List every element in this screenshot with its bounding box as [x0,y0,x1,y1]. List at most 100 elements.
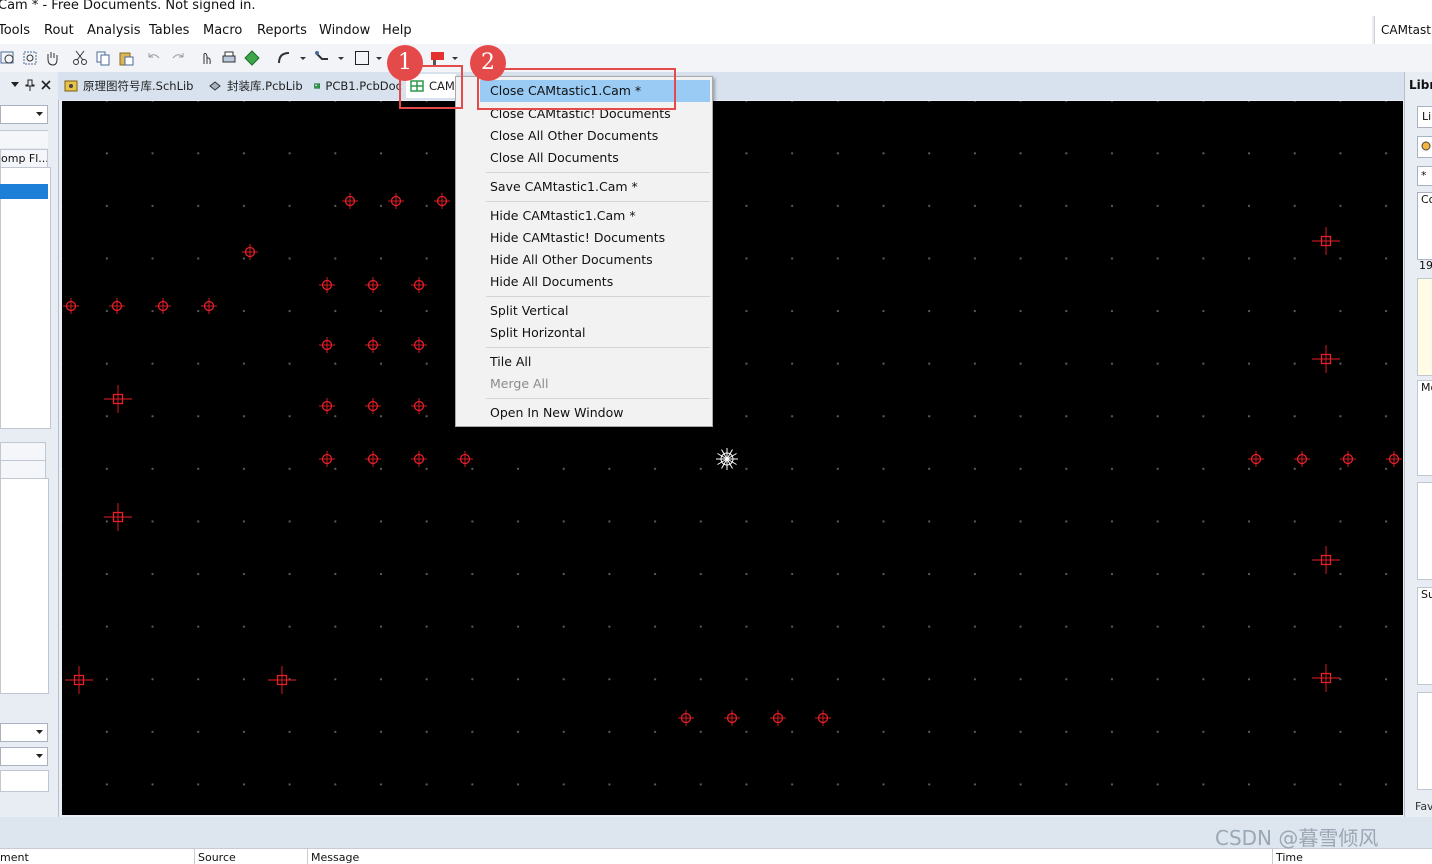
round-pad-icon[interactable] [365,337,381,353]
print-icon[interactable] [221,50,237,66]
round-pad-icon[interactable] [1340,451,1356,467]
round-pad-icon[interactable] [388,193,404,209]
copy-icon[interactable] [95,50,111,66]
tab-pcblib[interactable]: 封装库.PcbLib [208,75,303,97]
round-pad-icon[interactable] [155,298,171,314]
redo-icon[interactable] [170,50,186,66]
panel-dropdown-2[interactable] [0,747,48,766]
round-pad-icon[interactable] [319,277,335,293]
cut-icon[interactable] [72,50,88,66]
round-pad-icon[interactable] [319,398,335,414]
select-hand-icon[interactable] [198,50,214,66]
close-panel-icon[interactable] [41,80,51,90]
round-pad-icon[interactable] [457,451,473,467]
menu-hide-camtastic-documents[interactable]: Hide CAMtastic! Documents [490,230,665,245]
menu-save-camtastic1[interactable]: Save CAMtastic1.Cam * [490,179,638,194]
round-pad-icon[interactable] [815,710,831,726]
route-dropdown-icon[interactable] [336,50,346,66]
menu-hide-all-other-documents[interactable]: Hide All Other Documents [490,252,653,267]
cam-canvas[interactable] [62,101,1403,815]
pan-hand-icon[interactable] [44,50,60,66]
round-pad-icon[interactable] [63,298,79,314]
square-pad-icon[interactable] [1312,345,1340,373]
search-button[interactable] [1417,136,1432,158]
col-document[interactable]: ment [0,851,29,864]
square-pad-icon[interactable] [1312,546,1340,574]
menu-close-all-documents[interactable]: Close All Documents [490,150,619,165]
menu-open-in-new-window[interactable]: Open In New Window [490,405,623,420]
menu-rout[interactable]: Rout [44,23,74,38]
round-pad-icon[interactable] [319,451,335,467]
square-pad-icon[interactable] [104,503,132,531]
component-column[interactable]: Co [1417,192,1432,260]
arc-dropdown-icon[interactable] [298,50,308,66]
menu-tools[interactable]: Tools [0,23,30,38]
round-pad-icon[interactable] [319,337,335,353]
layer-icon[interactable] [244,50,260,66]
menu-analysis[interactable]: Analysis [87,23,141,38]
round-pad-icon[interactable] [678,710,694,726]
marker-dropdown-icon[interactable] [450,50,460,66]
paste-icon[interactable] [118,50,134,66]
menu-tile-all[interactable]: Tile All [490,354,531,369]
round-pad-icon[interactable] [1248,451,1264,467]
round-pad-icon[interactable] [411,277,427,293]
rectangle-dropdown-icon[interactable] [374,50,384,66]
square-pad-icon[interactable] [1312,227,1340,255]
round-pad-icon[interactable] [1294,451,1310,467]
tab-schlib[interactable]: 原理图符号库.SchLib [64,75,193,97]
component-list[interactable] [0,167,51,429]
menu-help[interactable]: Help [382,23,412,38]
panel-dropdown-1[interactable] [0,723,48,742]
filter-input[interactable]: * [1417,166,1432,186]
zoom-fit-icon[interactable] [0,50,16,66]
supplier-list[interactable]: Su [1417,587,1432,685]
marker-icon[interactable] [430,50,446,66]
menu-hide-camtastic1[interactable]: Hide CAMtastic1.Cam * [490,208,636,223]
zoom-area-icon[interactable] [22,50,38,66]
panel-menu-icon[interactable] [10,80,20,90]
comp-filter-field[interactable]: omp Fl... [0,149,48,169]
arc-tool-icon[interactable] [276,50,292,66]
round-pad-icon[interactable] [411,398,427,414]
round-pad-icon[interactable] [342,193,358,209]
round-pad-icon[interactable] [242,244,258,260]
round-pad-icon[interactable] [770,710,786,726]
model-list[interactable]: Mo [1417,380,1432,476]
menu-tables[interactable]: Tables [149,23,189,38]
round-pad-icon[interactable] [411,451,427,467]
panel-dropdown-top[interactable] [0,105,48,124]
square-pad-icon[interactable] [1312,664,1340,692]
round-pad-icon[interactable] [365,277,381,293]
col-message[interactable]: Message [311,851,359,864]
menu-macro[interactable]: Macro [203,23,242,38]
pin-icon[interactable] [25,79,35,91]
col-time[interactable]: Time [1276,851,1303,864]
panel-input[interactable] [0,770,49,792]
libraries-button[interactable]: Lil [1417,106,1432,128]
selected-list-item[interactable] [0,184,48,199]
round-pad-icon[interactable] [201,298,217,314]
secondary-list[interactable] [0,478,49,694]
round-pad-icon[interactable] [365,451,381,467]
square-pad-icon[interactable] [268,666,296,694]
menu-close-all-other-documents[interactable]: Close All Other Documents [490,128,658,143]
square-pad-icon[interactable] [65,666,93,694]
menu-hide-all-documents[interactable]: Hide All Documents [490,274,613,289]
round-pad-icon[interactable] [434,193,450,209]
menu-reports[interactable]: Reports [257,23,307,38]
round-pad-icon[interactable] [109,298,125,314]
round-pad-icon[interactable] [365,398,381,414]
menu-split-horizontal[interactable]: Split Horizontal [490,325,586,340]
menu-window[interactable]: Window [319,23,370,38]
round-pad-icon[interactable] [724,710,740,726]
undo-icon[interactable] [146,50,162,66]
rectangle-tool-icon[interactable] [354,50,370,66]
round-pad-icon[interactable] [411,337,427,353]
route-tool-icon[interactable] [314,50,330,66]
round-pad-icon[interactable] [1386,451,1402,467]
square-pad-icon[interactable] [104,385,132,413]
col-source[interactable]: Source [198,851,236,864]
menu-split-vertical[interactable]: Split Vertical [490,303,568,318]
favorites-tab[interactable]: Fav [1415,800,1432,813]
